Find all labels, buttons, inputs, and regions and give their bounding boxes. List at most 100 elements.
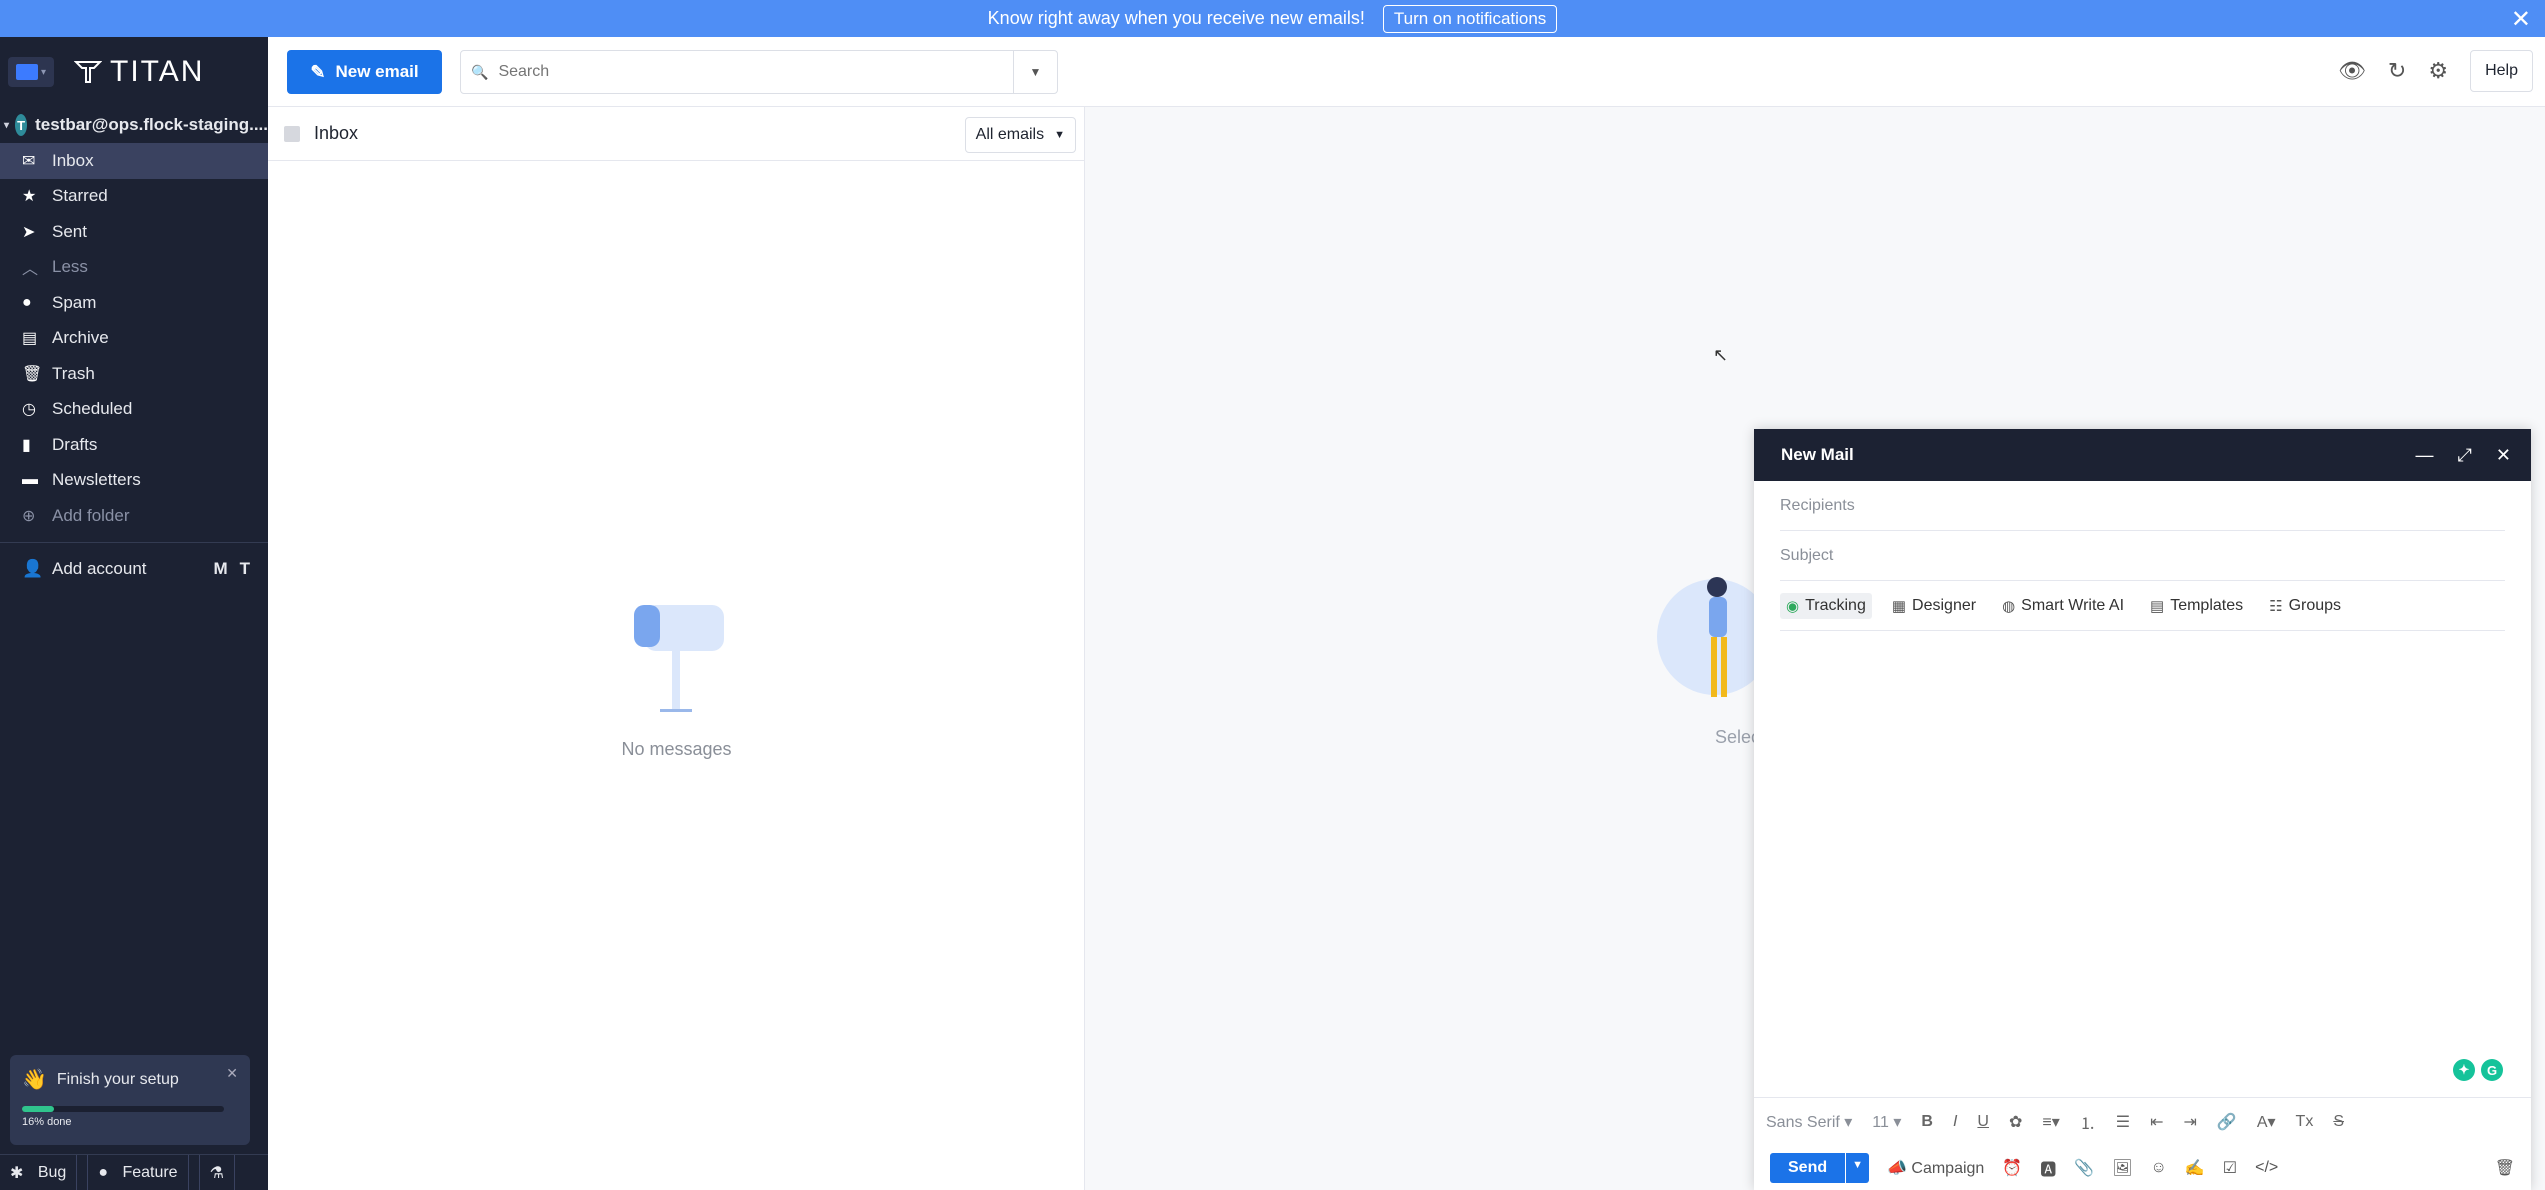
sidebar-item-newsletters[interactable]: ▬ Newsletters bbox=[0, 463, 268, 499]
campaign-button[interactable]: 📣 Campaign bbox=[1887, 1158, 1984, 1178]
sidebar-item-trash[interactable]: 🗑 Trash bbox=[0, 356, 268, 392]
new-email-button[interactable]: ✎ New email bbox=[287, 50, 442, 94]
templates-label: Templates bbox=[2170, 596, 2244, 614]
draft-icon: ▮ bbox=[22, 436, 31, 454]
bold-icon[interactable]: B bbox=[1921, 1113, 1933, 1131]
reminder-icon[interactable]: ⏰ bbox=[2002, 1158, 2022, 1178]
font-size-select[interactable]: 11 ▾ bbox=[1872, 1112, 1901, 1132]
labs-icon[interactable]: ⚗ bbox=[200, 1155, 235, 1190]
tracking-label: Tracking bbox=[1805, 596, 1866, 614]
sidebar-item-scheduled[interactable]: ◷ Scheduled bbox=[0, 392, 268, 428]
feature-button[interactable]: ● Feature bbox=[88, 1155, 200, 1190]
mail-icon bbox=[15, 64, 38, 80]
sidebar-item-label: Sent bbox=[52, 221, 87, 241]
notification-banner: Know right away when you receive new ema… bbox=[0, 0, 2545, 37]
gear-icon[interactable]: ⚙ bbox=[2428, 58, 2448, 84]
help-button[interactable]: Help bbox=[2470, 50, 2533, 92]
layout-icon: ▦ bbox=[1891, 597, 1907, 615]
outdent-icon[interactable]: ⇤ bbox=[2150, 1112, 2163, 1132]
sidebar-item-archive[interactable]: ▤ Archive bbox=[0, 321, 268, 357]
clear-format-icon[interactable]: Tx bbox=[2296, 1113, 2314, 1131]
spam-icon: ● bbox=[22, 293, 32, 311]
clock-icon: ◷ bbox=[22, 401, 36, 419]
sidebar-item-less[interactable]: ︿ Less bbox=[0, 250, 268, 286]
smart-write-button[interactable]: ◍ Smart Write AI bbox=[1996, 593, 2130, 619]
indent-icon[interactable]: ⇥ bbox=[2184, 1112, 2197, 1132]
sidebar-item-label: Add folder bbox=[52, 505, 130, 525]
close-icon[interactable]: ✕ bbox=[2511, 5, 2531, 34]
filter-label: All emails bbox=[975, 126, 1045, 143]
sidebar-item-inbox[interactable]: ✉ Inbox bbox=[0, 143, 268, 179]
underline-icon[interactable]: U bbox=[1977, 1113, 1989, 1131]
tracking-button[interactable]: ◉ Tracking bbox=[1780, 592, 1872, 619]
close-icon[interactable]: ✕ bbox=[226, 1065, 238, 1082]
bullet-list-icon[interactable]: ☰ bbox=[2116, 1112, 2130, 1132]
numbered-list-icon[interactable]: ⒈ bbox=[2080, 1110, 2096, 1134]
recipients-placeholder: Recipients bbox=[1780, 496, 1855, 514]
sidebar-item-add-folder[interactable]: ⊕ Add folder bbox=[0, 498, 268, 534]
chevron-up-icon: ︿ bbox=[22, 261, 39, 279]
bug-button[interactable]: ✱ Bug bbox=[0, 1155, 89, 1190]
discard-icon[interactable]: 🗑 bbox=[2495, 1158, 2515, 1178]
sidebar-item-label: Trash bbox=[52, 363, 95, 383]
close-icon[interactable]: ✕ bbox=[2496, 445, 2511, 466]
sidebar-item-drafts[interactable]: ▮ Drafts bbox=[0, 427, 268, 463]
email-filter-dropdown[interactable]: All emails ▼ bbox=[964, 117, 1076, 153]
recipients-field[interactable]: Recipients bbox=[1780, 481, 2505, 531]
archive-icon: ▤ bbox=[22, 330, 38, 348]
minimize-icon[interactable]: — bbox=[2416, 445, 2434, 466]
sidebar-item-sent[interactable]: ➤ Sent bbox=[0, 214, 268, 250]
compose-title: New Mail bbox=[1781, 445, 1854, 464]
setup-title-text: Finish your setup bbox=[56, 1070, 179, 1088]
strikethrough-icon[interactable]: S bbox=[2333, 1113, 2344, 1131]
turn-on-notifications-button[interactable]: Turn on notifications bbox=[1382, 4, 1558, 33]
add-account-label: Add account bbox=[52, 558, 147, 578]
groups-button[interactable]: ☷ Groups bbox=[2263, 593, 2347, 619]
account-selector[interactable]: ▾ T testbar@ops.flock-staging.... bbox=[0, 107, 268, 143]
search-options-dropdown[interactable]: ▼ bbox=[1013, 51, 1057, 93]
emoji-icon[interactable]: ☺ bbox=[2151, 1159, 2167, 1177]
font-icon[interactable]: 🅰 bbox=[2040, 1156, 2056, 1180]
italic-icon[interactable]: I bbox=[1953, 1113, 1957, 1131]
color-icon[interactable]: ✿ bbox=[2009, 1112, 2022, 1132]
align-icon[interactable]: ≡▾ bbox=[2042, 1112, 2059, 1132]
app-switcher[interactable]: ▾ bbox=[8, 57, 54, 87]
compose-header: New Mail — ⤢ ✕ bbox=[1754, 429, 2531, 481]
groups-icon: ☷ bbox=[2269, 597, 2283, 615]
font-family-select[interactable]: Sans Serif ▾ bbox=[1766, 1112, 1852, 1132]
groups-label: Groups bbox=[2288, 596, 2342, 614]
select-all-checkbox[interactable] bbox=[284, 125, 300, 142]
eye-icon[interactable]: 👁 bbox=[2338, 58, 2366, 84]
chevron-down-icon: ▾ bbox=[4, 119, 10, 131]
brand-name: TITAN bbox=[110, 55, 205, 88]
send-button[interactable]: Send ▼ bbox=[1770, 1152, 1870, 1183]
grammarly-widget[interactable]: ✦ G bbox=[2453, 1059, 2503, 1081]
send-options-icon[interactable]: ▼ bbox=[1845, 1152, 1870, 1183]
expand-icon[interactable]: ⤢ bbox=[2458, 445, 2472, 466]
image-icon[interactable]: 🖼 bbox=[2112, 1158, 2132, 1178]
bulb-icon: ✦ bbox=[2453, 1059, 2475, 1081]
sidebar-item-starred[interactable]: ★ Starred bbox=[0, 179, 268, 215]
signature-icon[interactable]: ✍ bbox=[2185, 1158, 2205, 1178]
setup-card[interactable]: 👋 Finish your setup ✕ 16% done bbox=[10, 1055, 250, 1145]
subject-field[interactable]: Subject bbox=[1780, 531, 2505, 581]
sidebar-item-label: Drafts bbox=[52, 434, 98, 454]
list-title: Inbox bbox=[314, 123, 359, 143]
code-icon[interactable]: </> bbox=[2255, 1159, 2278, 1177]
setup-progress-fill bbox=[22, 1106, 55, 1112]
checkbox-icon[interactable]: ☑ bbox=[2223, 1158, 2237, 1178]
message-list-pane: Inbox All emails ▼ No messages bbox=[268, 107, 1085, 1190]
formatting-toolbar: Sans Serif ▾ 11 ▾ B I U ✿ ≡▾ ⒈ ☰ ⇤ ⇥ 🔗 A… bbox=[1754, 1097, 2531, 1145]
sidebar-item-label: Inbox bbox=[52, 150, 94, 170]
attachment-icon[interactable]: 📎 bbox=[2074, 1158, 2094, 1178]
font-size-value: 11 bbox=[1872, 1113, 1889, 1131]
designer-button[interactable]: ▦ Designer bbox=[1886, 593, 1982, 619]
brand-bar: ▾ TITAN bbox=[0, 37, 268, 107]
text-color-icon[interactable]: A▾ bbox=[2257, 1112, 2276, 1132]
sidebar-item-spam[interactable]: ● Spam bbox=[0, 285, 268, 321]
add-account-button[interactable]: 👤 Add account M T bbox=[0, 551, 268, 587]
link-icon[interactable]: 🔗 bbox=[2217, 1112, 2237, 1132]
templates-button[interactable]: ▤ Templates bbox=[2144, 593, 2249, 619]
refresh-icon[interactable]: ↻ bbox=[2388, 58, 2406, 84]
search-input[interactable] bbox=[496, 62, 1013, 82]
